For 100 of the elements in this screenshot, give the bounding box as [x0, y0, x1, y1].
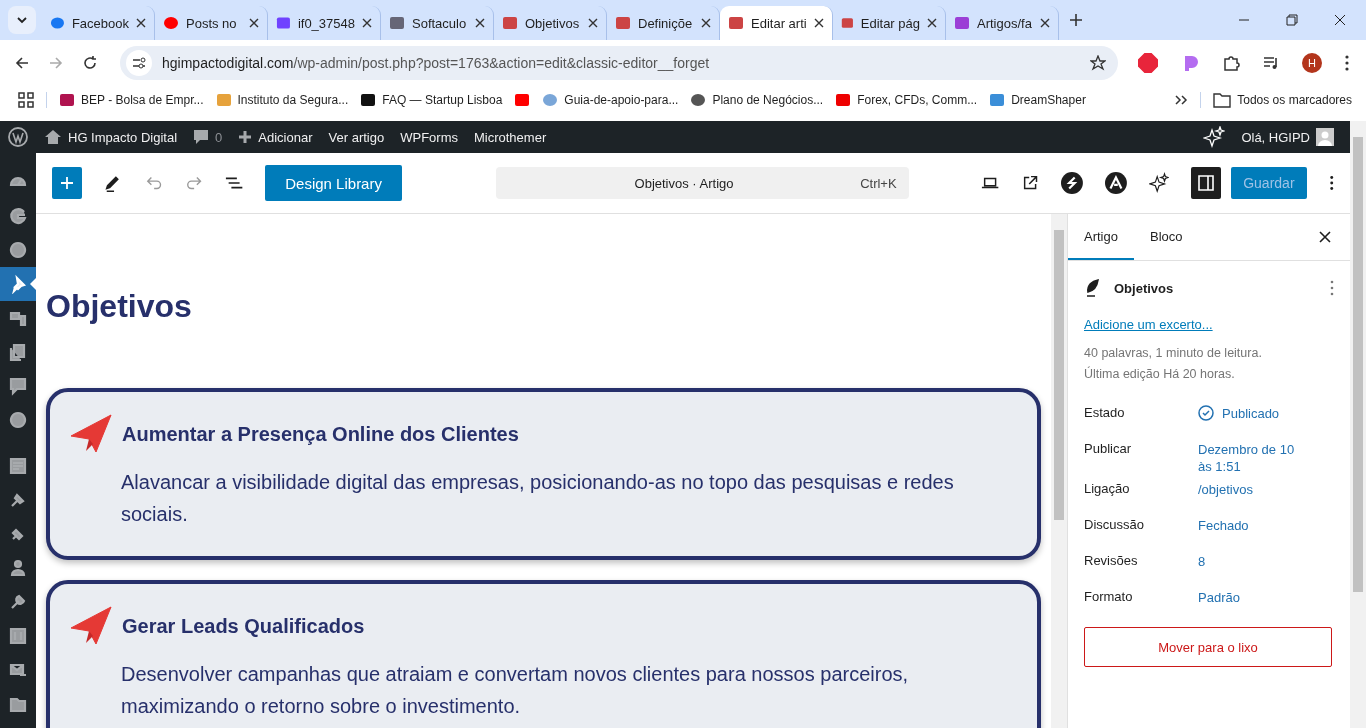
setting-value-link[interactable]: Padrão [1198, 583, 1308, 619]
admin-bar-link[interactable]: Ver artigo [328, 129, 385, 145]
all-bookmarks-folder[interactable]: Todos os marcadores [1213, 92, 1352, 108]
design-library-button[interactable]: Design Library [265, 165, 402, 201]
status-link[interactable]: Publicado [1198, 399, 1308, 435]
setting-value-link[interactable]: Fechado [1198, 511, 1308, 547]
restore-icon[interactable] [1286, 14, 1298, 26]
adblock-icon[interactable] [1136, 50, 1160, 75]
bookmark-item[interactable]: BEP - Bolsa de Empr... [59, 92, 204, 108]
favicon-icon [841, 15, 854, 31]
admin-bar-link[interactable]: Adicionar [238, 129, 313, 145]
move-to-trash-button[interactable]: Mover para o lixo [1084, 627, 1332, 667]
post-stats-text: Última edição Há 20 horas. [1084, 367, 1236, 381]
close-icon[interactable] [701, 18, 711, 28]
setting-label: Revisões [1084, 552, 1139, 570]
tab-search-button[interactable] [8, 6, 36, 34]
favicon-icon [615, 15, 631, 31]
tab-title: Facebook [71, 15, 129, 31]
bookmark-item[interactable]: Forex, CFDs, Comm... [835, 92, 978, 108]
plugin-logo-icon[interactable] [1105, 171, 1127, 195]
add-excerpt-link[interactable]: Adicione um excerto... [1084, 317, 1213, 332]
menu-item-icon [8, 240, 28, 260]
comment-icon [193, 129, 210, 145]
close-icon[interactable] [927, 18, 937, 28]
new-tab-icon[interactable] [1069, 13, 1083, 27]
card-heading: Aumentar a Presença Online dos Clientes [122, 422, 519, 446]
address-bar[interactable]: hgimpactodigital.com/wp-admin/post.php?post=1763&action=edit&classic-editor__forget [120, 45, 1118, 80]
plugin-logo-icon[interactable] [1061, 171, 1083, 195]
favicon-icon [728, 15, 744, 31]
menu-item-icon [8, 558, 28, 578]
bookmark-item[interactable]: DreamShaper [989, 92, 1086, 108]
close-icon[interactable] [1318, 230, 1332, 244]
user-greeting[interactable]: Olá, HGIPD [1241, 128, 1334, 146]
admin-bar-link[interactable]: WPForms [400, 129, 458, 145]
bookmark-item[interactable]: FAQ — Startup Lisboa [360, 92, 503, 108]
setting-label: Formato [1084, 588, 1134, 606]
scrollbar[interactable] [1051, 214, 1067, 728]
check-circle-icon [1198, 405, 1214, 421]
options-icon[interactable] [1328, 174, 1334, 192]
paper-plane-icon [70, 414, 112, 454]
back-icon[interactable] [14, 54, 30, 71]
paper-plane-icon [70, 606, 112, 646]
menu-item-icon [8, 410, 28, 430]
close-icon[interactable] [588, 18, 598, 28]
bookmark-favicon-icon [514, 92, 531, 108]
more-bookmarks-icon[interactable] [1174, 93, 1189, 107]
setting-value-link[interactable]: /objetivos [1198, 475, 1308, 511]
setting-value-link[interactable]: 8 [1198, 547, 1308, 583]
bookmark-favicon-icon [59, 92, 75, 108]
card-text: Desenvolver campanhas que atraiam e convertam novos clientes para nossos parceiros, maximizando o retorno sobre o investimento. [121, 662, 910, 719]
tab-title: Softaculo [412, 15, 468, 31]
close-icon[interactable] [362, 18, 372, 28]
bookmark-favicon-icon [215, 92, 232, 108]
site-settings-icon[interactable] [126, 49, 152, 76]
command-palette-bar[interactable]: Objetivos · Artigo Ctrl+K [495, 167, 909, 199]
admin-menu-item[interactable] [0, 267, 36, 301]
setting-value-link[interactable]: Dezembro de 10 às 1:51 [1198, 435, 1308, 475]
extensions-icon[interactable] [1222, 53, 1240, 72]
bookmark-favicon-icon [360, 92, 377, 108]
menu-item-icon [8, 376, 28, 396]
setting-label: Publicar [1084, 440, 1132, 458]
close-icon[interactable] [1040, 18, 1050, 28]
user-avatar-icon [1316, 128, 1334, 146]
admin-bar-link[interactable]: Microthemer [473, 129, 547, 145]
close-icon[interactable] [475, 18, 485, 28]
favicon-icon [389, 15, 405, 31]
favicon-icon [954, 15, 970, 31]
settings-sidebar-toggle[interactable] [1190, 167, 1222, 199]
add-block-button[interactable] [52, 167, 83, 199]
bookmark-item[interactable]: Instituto da Segura... [215, 92, 349, 108]
browser-tab[interactable]: Editar arti [720, 6, 833, 40]
sidebar-tab[interactable]: Artigo [1068, 214, 1134, 260]
tab-title: Editar pág [860, 15, 920, 31]
menu-item-icon [8, 456, 28, 476]
sidebar-tab[interactable]: Bloco [1133, 214, 1199, 260]
menu-item-icon [8, 626, 28, 646]
home-icon [44, 129, 62, 145]
post-title[interactable]: Objetivos [46, 288, 1041, 325]
menu-icon[interactable] [1344, 53, 1350, 72]
extension-logo-icon[interactable] [1182, 53, 1200, 72]
close-icon[interactable] [249, 18, 259, 28]
bookmark-item[interactable] [514, 92, 531, 108]
bookmark-star-icon[interactable] [1090, 54, 1106, 71]
favicon-icon [276, 15, 291, 31]
post-stats-text: 40 palavras, 1 minuto de leitura. [1084, 346, 1263, 360]
reload-icon[interactable] [82, 54, 98, 71]
bookmark-item[interactable]: Plano de Negócios... [690, 92, 824, 108]
profile-avatar[interactable]: H [1302, 52, 1322, 73]
close-icon[interactable] [1334, 14, 1346, 26]
close-icon[interactable] [814, 18, 824, 28]
close-icon[interactable] [136, 18, 146, 28]
site-name-link[interactable]: HG Impacto Digital [44, 129, 178, 145]
scrollbar[interactable] [1350, 121, 1366, 728]
sparkles-icon[interactable] [1148, 172, 1169, 194]
setting-label: Ligação [1084, 480, 1131, 498]
bookmark-item[interactable]: Guia-de-apoio-para... [542, 92, 679, 108]
wordpress-logo-icon[interactable] [8, 127, 28, 147]
comments-link[interactable]: 0 [193, 129, 223, 145]
url-text: hgimpactodigital.com/wp-admin/post.php?post=1763&action=edit&classic-editor__forget [162, 54, 710, 71]
apps-icon[interactable] [18, 92, 34, 108]
